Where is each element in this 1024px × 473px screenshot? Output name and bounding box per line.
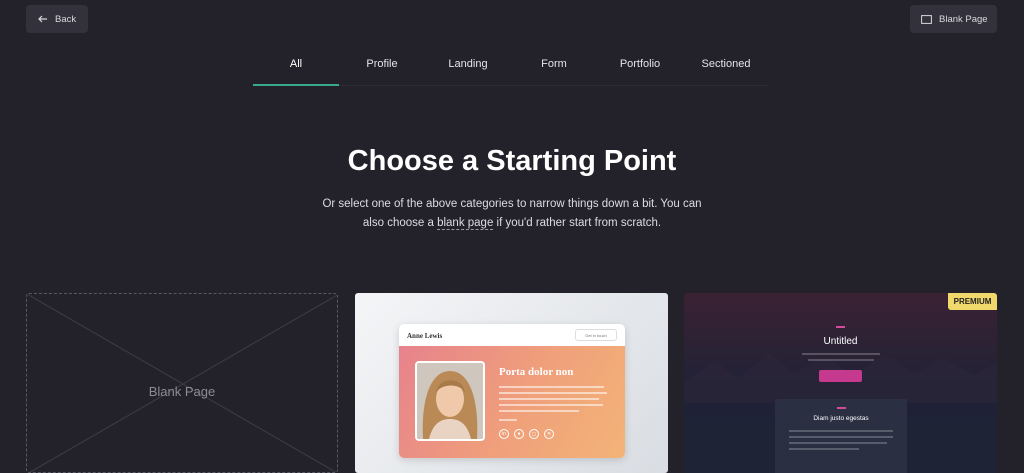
panel-text-line bbox=[789, 442, 887, 444]
template-card-blank[interactable]: Blank Page bbox=[26, 293, 338, 473]
template-card-untitled[interactable]: PREMIUM Untitled Diam justo egestas bbox=[684, 293, 997, 473]
panel-text-line bbox=[789, 448, 859, 450]
template-card-profile[interactable]: Anne Lewis Get in touch Porta dolor non … bbox=[355, 293, 668, 473]
tab-all[interactable]: All bbox=[253, 48, 339, 86]
accent-dash bbox=[836, 326, 845, 328]
category-tabs: All Profile Landing Form Portfolio Secti… bbox=[253, 48, 769, 86]
panel-text-line bbox=[789, 430, 893, 432]
untitled-text-line bbox=[808, 359, 874, 361]
top-bar: Back Blank Page bbox=[0, 0, 1024, 40]
tab-landing[interactable]: Landing bbox=[425, 48, 511, 85]
accent-dash bbox=[837, 407, 846, 409]
profile-text-line bbox=[499, 386, 604, 388]
blank-card-label: Blank Page bbox=[148, 384, 216, 399]
premium-badge: PREMIUM bbox=[948, 293, 997, 310]
profile-text-line bbox=[499, 410, 579, 412]
profile-text-line bbox=[499, 398, 599, 400]
untitled-cta-button bbox=[819, 370, 862, 382]
blank-page-label: Blank Page bbox=[939, 13, 988, 25]
blank-page-link[interactable]: blank page bbox=[437, 217, 494, 230]
profile-socials: in ● ◻ ✕ bbox=[499, 429, 554, 439]
untitled-text-line bbox=[802, 353, 880, 355]
subtitle-text-end: if you'd rather start from scratch. bbox=[493, 217, 662, 229]
page-subtitle: Or select one of the above categories to… bbox=[312, 195, 712, 233]
profile-contact-button: Get in touch bbox=[575, 329, 617, 341]
profile-preview: Anne Lewis Get in touch Porta dolor non … bbox=[399, 324, 625, 458]
profile-divider bbox=[499, 419, 517, 421]
untitled-panel: Diam justo egestas bbox=[775, 399, 907, 473]
tab-sectioned[interactable]: Sectioned bbox=[683, 48, 769, 85]
profile-text-line bbox=[499, 404, 603, 406]
mountain-background bbox=[684, 353, 997, 403]
arrow-left-icon bbox=[38, 15, 47, 23]
profile-heading: Porta dolor non bbox=[499, 366, 574, 378]
panel-text-line bbox=[789, 436, 893, 438]
untitled-panel-title: Diam justo egestas bbox=[813, 415, 869, 422]
social-icon: ● bbox=[514, 429, 524, 439]
profile-text-line bbox=[499, 392, 607, 394]
untitled-title: Untitled bbox=[823, 336, 858, 347]
social-icon: ✕ bbox=[544, 429, 554, 439]
blank-page-icon bbox=[921, 14, 932, 24]
tab-form[interactable]: Form bbox=[511, 48, 597, 85]
back-button[interactable]: Back bbox=[26, 5, 88, 33]
profile-hero: Porta dolor non in ● ◻ ✕ bbox=[399, 346, 625, 458]
tab-portfolio[interactable]: Portfolio bbox=[597, 48, 683, 85]
page-title: Choose a Starting Point bbox=[347, 145, 677, 177]
tab-profile[interactable]: Profile bbox=[339, 48, 425, 85]
social-icon: ◻ bbox=[529, 429, 539, 439]
profile-name: Anne Lewis bbox=[407, 332, 443, 340]
profile-photo bbox=[415, 361, 485, 441]
social-icon: in bbox=[499, 429, 509, 439]
back-label: Back bbox=[55, 13, 77, 25]
blank-page-button[interactable]: Blank Page bbox=[910, 5, 997, 33]
